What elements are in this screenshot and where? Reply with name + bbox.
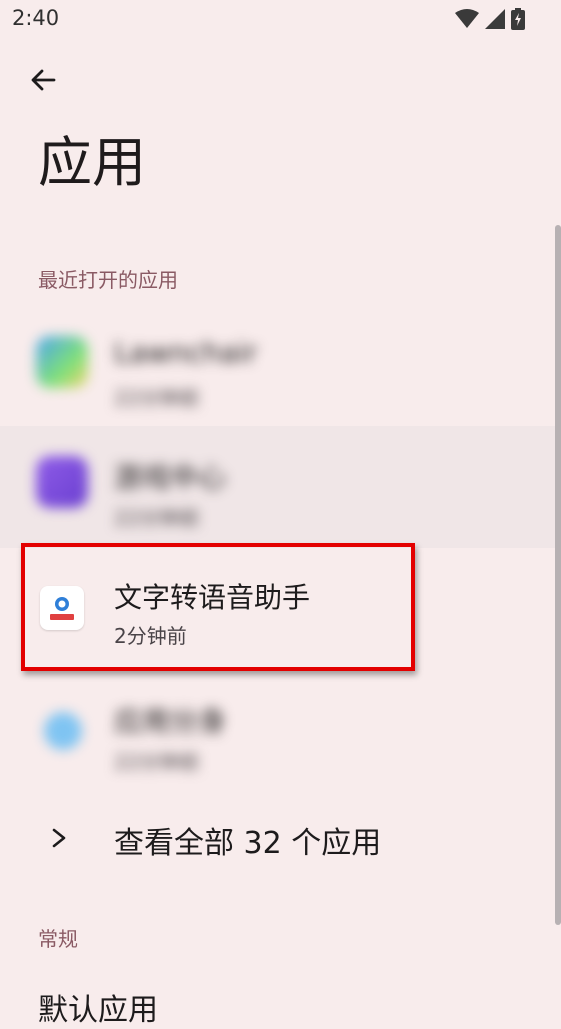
status-icons bbox=[455, 8, 525, 30]
app-icon bbox=[36, 456, 88, 508]
app-name: 游戏中心 bbox=[114, 461, 227, 494]
app-icon bbox=[44, 712, 82, 750]
wifi-icon bbox=[455, 9, 479, 28]
app-time: 22分钟前 bbox=[114, 386, 200, 410]
app-time: 22分钟前 bbox=[114, 750, 200, 774]
recent-app-row[interactable]: 游戏中心 22分钟前 bbox=[0, 426, 556, 548]
app-name: 应用分身 bbox=[114, 705, 227, 738]
recent-app-row[interactable]: Lawnchair 22分钟前 bbox=[0, 306, 556, 428]
scrollbar[interactable] bbox=[555, 225, 561, 925]
status-bar: 2:40 bbox=[0, 0, 561, 40]
page-title: 应用 bbox=[38, 131, 146, 194]
general-section-label: 常规 bbox=[38, 927, 78, 951]
see-all-label: 查看全部 32 个应用 bbox=[114, 826, 382, 861]
status-time: 2:40 bbox=[12, 6, 60, 30]
recent-app-row[interactable]: 应用分身 22分钟前 bbox=[0, 670, 556, 792]
highlight-box bbox=[21, 543, 415, 671]
recent-apps-label: 最近打开的应用 bbox=[38, 268, 178, 292]
chevron-right-icon bbox=[52, 828, 66, 848]
battery-icon bbox=[511, 8, 525, 30]
app-icon bbox=[36, 336, 88, 388]
app-name: Lawnchair bbox=[114, 336, 257, 369]
back-arrow-icon[interactable] bbox=[26, 62, 62, 98]
see-all-apps-button[interactable]: 查看全部 32 个应用 bbox=[0, 798, 556, 878]
default-apps-item[interactable]: 默认应用 bbox=[38, 985, 158, 1029]
app-time: 22分钟前 bbox=[114, 506, 200, 530]
signal-icon bbox=[485, 9, 505, 29]
